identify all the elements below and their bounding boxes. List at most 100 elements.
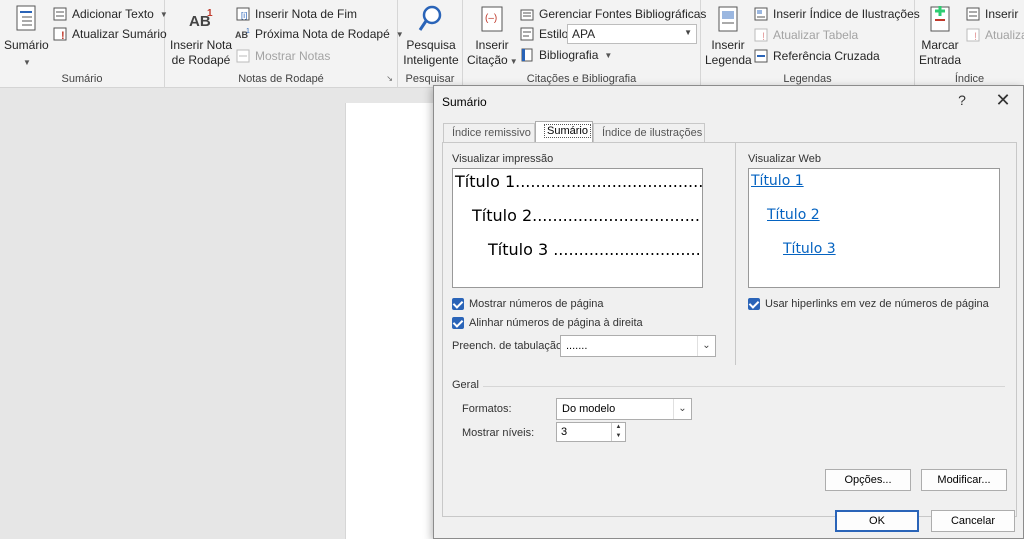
show-levels-value: 3	[561, 426, 568, 438]
web-preview-link-2[interactable]: Título 2	[767, 207, 820, 223]
cross-reference-button[interactable]: Referência Cruzada	[753, 46, 880, 66]
insert-caption-button[interactable]: Inserir Legenda	[705, 4, 752, 68]
mark-entry-button[interactable]: Marcar Entrada	[917, 4, 963, 68]
update-table-button[interactable]: ! Atualizar Tabela	[753, 25, 858, 45]
manage-sources-button[interactable]: Gerenciar Fontes Bibliográficas	[519, 4, 706, 24]
chevron-down-icon: ▼	[509, 57, 518, 66]
modify-button[interactable]: Modificar...	[921, 469, 1007, 491]
style-select-value: APA	[572, 27, 596, 41]
insert-footnote-button[interactable]: AB 1 Inserir Nota de Rodapé	[169, 4, 233, 68]
dialog-title: Sumário	[442, 95, 487, 109]
add-text-label: Adicionar Texto	[72, 7, 154, 21]
checkbox-checked-icon	[452, 317, 464, 329]
sumario-button[interactable]: Sumário ▼	[4, 4, 49, 70]
ok-button[interactable]: OK	[835, 510, 919, 532]
update-toc-icon: !	[52, 26, 68, 42]
use-hyperlinks-label: Usar hiperlinks em vez de números de pág…	[765, 298, 989, 310]
smart-lookup-button[interactable]: Pesquisa Inteligente	[401, 4, 461, 68]
svg-text:!: !	[61, 30, 65, 42]
use-hyperlinks-checkbox[interactable]: Usar hiperlinks em vez de números de pág…	[748, 298, 989, 310]
formats-value: Do modelo	[562, 403, 616, 415]
show-page-numbers-checkbox[interactable]: Mostrar números de página	[452, 298, 604, 310]
update-index-button[interactable]: ! Atualizar	[965, 25, 1024, 45]
tab-table-of-figures[interactable]: Índice de ilustrações	[593, 123, 705, 143]
group-notas: AB 1 Inserir Nota de Rodapé [i] Inserir N…	[165, 0, 404, 88]
next-footnote-label: Próxima Nota de Rodapé	[255, 27, 390, 41]
tab-index-label: Índice remissivo	[452, 127, 531, 139]
checkbox-checked-icon	[452, 298, 464, 310]
show-notes-icon	[235, 48, 251, 64]
tab-toc-label: Sumário	[544, 124, 591, 138]
group-pesquisar: Pesquisa Inteligente Pesquisar	[398, 0, 463, 88]
chevron-down-icon: ⌄	[673, 399, 691, 419]
align-right-checkbox[interactable]: Alinhar números de página à direita	[452, 317, 643, 329]
tab-leader-value: .......	[566, 340, 588, 352]
spinner-down-icon[interactable]: ▼	[611, 432, 625, 441]
preview-divider	[735, 143, 736, 365]
tab-table-of-figures-label: Índice de ilustrações	[602, 127, 703, 139]
table-of-figures-icon	[753, 6, 769, 22]
cancel-button[interactable]: Cancelar	[931, 510, 1015, 532]
next-footnote-button[interactable]: AB 1 Próxima Nota de Rodapé ▼	[235, 24, 404, 44]
modify-button-label: Modificar...	[937, 474, 991, 486]
formats-select[interactable]: Do modelo ⌄	[556, 398, 692, 420]
group-label-indice: Índice	[954, 73, 985, 85]
close-button[interactable]: ✕	[994, 90, 1012, 111]
insert-table-of-figures-label: Inserir Índice de Ilustrações	[773, 7, 920, 21]
print-preview: Título 1................................…	[452, 168, 703, 288]
chevron-down-icon: ▼	[23, 58, 31, 67]
spinner-up-icon[interactable]: ▲	[611, 423, 625, 432]
chevron-down-icon: ⌄	[697, 336, 715, 356]
document-page[interactable]	[345, 103, 445, 539]
formats-label: Formatos:	[462, 403, 512, 415]
print-preview-line-1: Título 1................................…	[455, 172, 703, 191]
sumario-button-label: Sumário	[4, 38, 49, 52]
insert-footnote-label-2: de Rodapé	[171, 53, 231, 67]
style-icon	[519, 26, 535, 42]
style-label-row: Estilo:	[519, 24, 572, 44]
insert-footnote-label-1: Inserir Nota	[169, 38, 233, 52]
update-toc-label: Atualizar Sumário	[72, 27, 167, 41]
tab-leader-label: Preench. de tabulação:	[452, 340, 566, 352]
svg-text:1: 1	[207, 8, 213, 19]
web-preview-label: Visualizar Web	[748, 153, 821, 165]
mark-entry-icon	[926, 4, 954, 34]
insert-endnote-button[interactable]: [i] Inserir Nota de Fim	[235, 4, 357, 24]
web-preview-link-1[interactable]: Título 1	[751, 173, 804, 189]
insert-index-button[interactable]: Inserir	[965, 4, 1018, 24]
add-text-icon	[52, 6, 68, 22]
general-section-label: Geral	[452, 379, 479, 391]
insert-citation-button[interactable]: (–) Inserir Citação ▼	[467, 4, 518, 69]
smart-lookup-label-2: Inteligente	[403, 53, 459, 67]
insert-table-of-figures-button[interactable]: Inserir Índice de Ilustrações	[753, 4, 920, 24]
update-index-label: Atualizar	[985, 28, 1024, 42]
update-toc-button[interactable]: ! Atualizar Sumário	[52, 24, 167, 44]
help-button[interactable]: ?	[954, 92, 970, 108]
show-page-numbers-label: Mostrar números de página	[469, 298, 604, 310]
show-levels-spinner[interactable]: 3 ▲ ▼	[556, 422, 626, 442]
manage-sources-icon	[519, 6, 535, 22]
tab-leader-select[interactable]: ....... ⌄	[560, 335, 716, 357]
style-select[interactable]: APA ▼	[567, 24, 697, 44]
show-notes-button[interactable]: Mostrar Notas	[235, 46, 330, 66]
ok-button-label: OK	[869, 515, 885, 527]
insert-endnote-label: Inserir Nota de Fim	[255, 7, 358, 21]
tab-index[interactable]: Índice remissivo	[443, 123, 535, 143]
svg-text:1: 1	[246, 28, 250, 35]
print-preview-label: Visualizar impressão	[452, 153, 554, 165]
show-notes-label: Mostrar Notas	[255, 49, 331, 63]
align-right-label: Alinhar números de página à direita	[469, 317, 643, 329]
print-preview-line-2: Título 2................................…	[472, 206, 703, 225]
insert-index-icon	[965, 6, 981, 22]
group-sumario: Sumário ▼ Adicionar Texto ▼ ! Atualizar S…	[0, 0, 168, 88]
options-button[interactable]: Opções...	[825, 469, 911, 491]
dialog-launcher-icon[interactable]: ↘	[386, 74, 393, 83]
manage-sources-label: Gerenciar Fontes Bibliográficas	[539, 7, 707, 21]
add-text-button[interactable]: Adicionar Texto ▼	[52, 4, 168, 24]
bibliography-button[interactable]: Bibliografia ▼	[519, 45, 612, 65]
toc-dialog: Sumário ? ✕ Índice remissivo Sumário Índ…	[433, 85, 1024, 539]
group-indice: Marcar Entrada Inserir ! Atualizar Índic…	[915, 0, 1024, 88]
web-preview-link-3[interactable]: Título 3	[783, 241, 836, 257]
footnote-icon: AB 1	[187, 4, 215, 34]
tab-toc[interactable]: Sumário	[535, 121, 593, 143]
